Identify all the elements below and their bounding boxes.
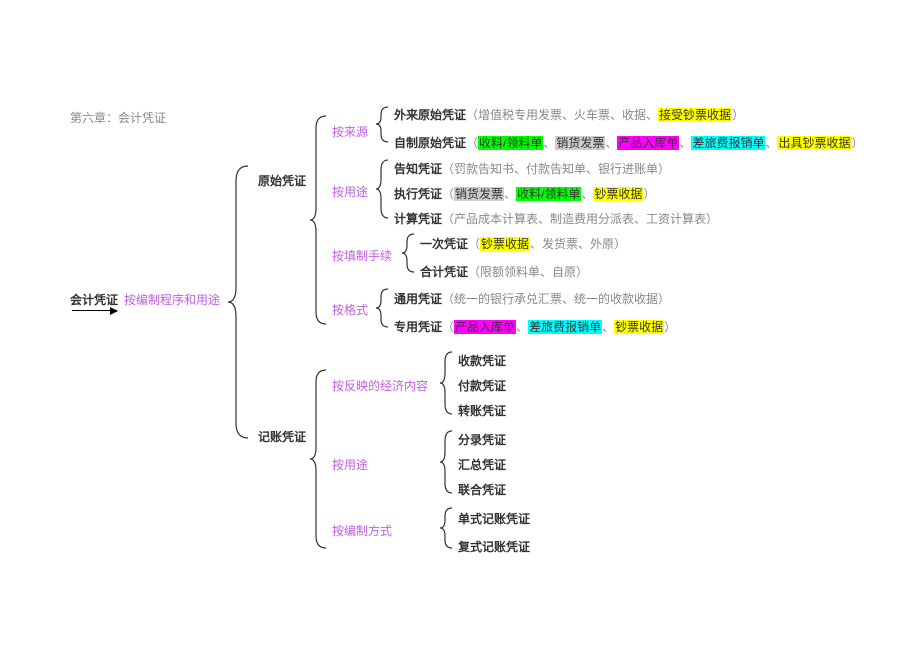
row-foreign-original: 外来原始凭证（增值税专用发票、火车票、收据、接受钞票收据） [394, 106, 744, 123]
open: （ [466, 136, 478, 150]
note: （限额领料单、自原） [468, 265, 588, 279]
label: 告知凭证 [394, 162, 442, 176]
row-transfer: 转账凭证 [458, 402, 506, 419]
open: （ [466, 108, 478, 122]
hl-cash: 钞票收据 [480, 237, 530, 251]
hl-warehouse: 产品入库单 [454, 320, 516, 334]
sep2: 、 [605, 136, 617, 150]
close: ） [643, 187, 655, 201]
cat-format: 按格式 [332, 301, 368, 318]
open: （ [442, 320, 454, 334]
cat-procedure: 按填制手续 [332, 247, 392, 264]
row-execute: 执行凭证（销货发票、收料/领料单、钞票收据） [394, 185, 655, 202]
row-calc: 计算凭证（产品成本计算表、制造费用分派表、工资计算表） [394, 210, 718, 227]
row-payment: 付款凭证 [458, 377, 506, 394]
row-summary: 汇总凭证 [458, 456, 506, 473]
note: （罚款告知书、付款告知单、银行进账单） [442, 162, 670, 176]
note: （统一的银行承兑汇票、统一的收款收据） [442, 292, 670, 306]
hl-warehouse: 产品入库单 [617, 136, 679, 150]
label: 执行凭证 [394, 187, 442, 201]
row-once: 一次凭证（钞票收据、发货票、外原） [420, 235, 626, 252]
label: 自制原始凭证 [394, 136, 466, 150]
branch-original: 原始凭证 [258, 172, 306, 189]
brace-method [440, 508, 454, 548]
brace-root [228, 166, 250, 438]
hl-issue-cash: 出具钞票收据 [777, 136, 851, 150]
label: 合计凭证 [420, 265, 468, 279]
root-note: 按编制程序和用途 [124, 291, 220, 308]
row-combined: 联合凭证 [458, 481, 506, 498]
sep1: 、 [504, 187, 516, 201]
brace-use-original [376, 160, 390, 218]
root-node: 会计凭证 [70, 291, 118, 308]
hl-cash: 钞票收据 [593, 187, 643, 201]
row-special: 专用凭证（产品入库单、差旅费报销单、钞票收据） [394, 318, 676, 335]
hl-material: 收料/领料单 [478, 136, 543, 150]
open: （ [468, 237, 480, 251]
close: ） [732, 108, 744, 122]
hl-travel: 差旅费报销单 [691, 136, 765, 150]
close: ） [852, 136, 864, 150]
label: 计算凭证 [394, 212, 442, 226]
brace-original [310, 116, 328, 324]
close: ） [664, 320, 676, 334]
root-arrow [72, 310, 117, 311]
brace-procedure [402, 234, 416, 272]
brace-source [376, 107, 390, 142]
label: 一次凭证 [420, 237, 468, 251]
sep2: 、 [581, 187, 593, 201]
branch-journal: 记账凭证 [258, 428, 306, 445]
chapter-title: 第六章：会计凭证 [70, 109, 166, 126]
sep2: 、 [602, 320, 614, 334]
note: 、发货票、外原 [530, 237, 614, 251]
cat-method: 按编制方式 [332, 522, 392, 539]
sep1: 、 [516, 320, 528, 334]
hl-accept-cash-receipt: 接受钞票收据 [658, 108, 732, 122]
hl-cash: 钞票收据 [614, 320, 664, 334]
hl-travel: 差旅费报销单 [528, 320, 602, 334]
brace-journal [310, 370, 328, 548]
row-general: 通用凭证（统一的银行承兑汇票、统一的收款收据） [394, 290, 670, 307]
row-single: 单式记账凭证 [458, 510, 530, 527]
label: 外来原始凭证 [394, 108, 466, 122]
brace-economic [440, 352, 454, 414]
text: 增值税专用发票、火车票、收据、 [478, 108, 658, 122]
hl-sales: 销货发票 [454, 187, 504, 201]
sep4: 、 [765, 136, 777, 150]
row-receipt: 收款凭证 [458, 352, 506, 369]
row-double: 复式记账凭证 [458, 538, 530, 555]
sep3: 、 [679, 136, 691, 150]
hl-sales-invoice: 销货发票 [555, 136, 605, 150]
label: 通用凭证 [394, 292, 442, 306]
brace-use-journal [440, 431, 454, 493]
cat-economic: 按反映的经济内容 [332, 377, 428, 394]
label: 专用凭证 [394, 320, 442, 334]
row-total: 合计凭证（限额领料单、自原） [420, 263, 588, 280]
row-entry: 分录凭证 [458, 431, 506, 448]
hl-material: 收料/领料单 [516, 187, 581, 201]
sep1: 、 [543, 136, 555, 150]
cat-source: 按来源 [332, 123, 368, 140]
close: ） [614, 237, 626, 251]
open: （ [442, 187, 454, 201]
cat-use-original: 按用途 [332, 183, 368, 200]
note: （产品成本计算表、制造费用分派表、工资计算表） [442, 212, 718, 226]
brace-format [376, 289, 390, 327]
cat-use-journal: 按用途 [332, 456, 368, 473]
row-selfmade-original: 自制原始凭证（收料/领料单、销货发票、产品入库单、差旅费报销单、出具钞票收据） [394, 134, 864, 151]
row-inform: 告知凭证（罚款告知书、付款告知单、银行进账单） [394, 160, 670, 177]
